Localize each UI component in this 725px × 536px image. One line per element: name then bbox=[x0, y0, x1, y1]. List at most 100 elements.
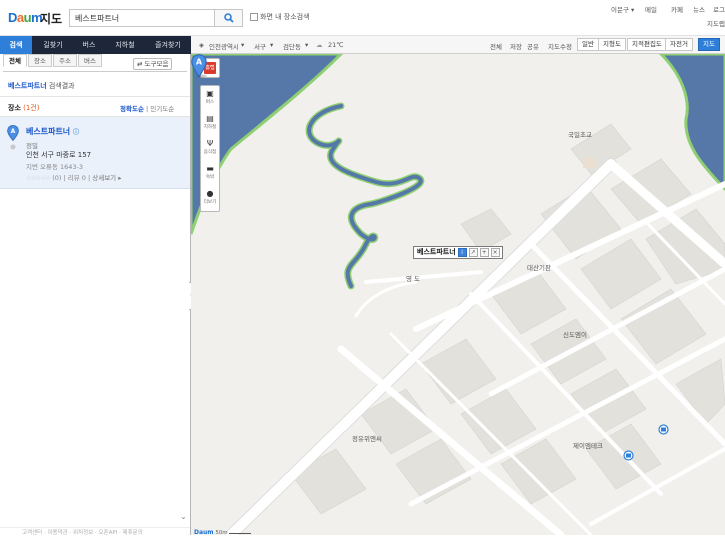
map-service-title[interactable]: 지도 bbox=[40, 10, 62, 27]
plus-icon[interactable]: + bbox=[479, 248, 489, 257]
info-icon[interactable]: i bbox=[457, 248, 467, 257]
location-city[interactable]: 인천광역시 bbox=[209, 41, 239, 51]
tab-bus[interactable]: 버스 bbox=[74, 36, 104, 54]
sort-accuracy-link[interactable]: 정확도순 bbox=[120, 105, 144, 113]
place-section-title: 장소 (1건) bbox=[8, 104, 40, 112]
chevron-down-icon: ▾ bbox=[305, 41, 309, 49]
view-cadastral-button[interactable]: 지적편집도 bbox=[627, 38, 667, 51]
chevron-down-icon: ▾ bbox=[241, 41, 245, 49]
svg-text:A: A bbox=[11, 128, 16, 135]
map-toolbar: ◈ 인천광역시 ▾ 서구 ▾ 검단동 ▾ ☁ 21℃ 전체 저장 공유 지도수정… bbox=[191, 36, 725, 54]
bus-stop-icon[interactable] bbox=[623, 450, 634, 461]
location-dong[interactable]: 검단동 bbox=[283, 41, 301, 51]
result-item[interactable]: A 베스트파트너 ⓘ 정밀 인천 서구 마중로 157 지번 오류동 1643-… bbox=[0, 117, 190, 189]
close-icon[interactable]: × bbox=[490, 248, 500, 257]
map-canvas[interactable]: 홈탭 ▣ 버스 ▤ 지하철 Ψ 음식점 ▬ 숙박 ● 더보기 국일초교 영 도 대산기판 … bbox=[191, 54, 725, 535]
view-map-button[interactable]: 지도 bbox=[698, 38, 720, 51]
tools-button[interactable]: ⇄ 도구모음 bbox=[133, 58, 173, 70]
map-category-controls: ▣ 버스 ▤ 지하철 Ψ 음식점 ▬ 숙박 ● 더보기 bbox=[200, 85, 220, 212]
nearby-search-label: 화면 내 장소검색 bbox=[260, 13, 310, 21]
subtab-place[interactable]: 장소 bbox=[28, 54, 52, 67]
view-terrain-button[interactable]: 지형도 bbox=[598, 38, 626, 51]
divider bbox=[3, 71, 187, 72]
location-icon: ◈ bbox=[199, 41, 204, 49]
map-label-company[interactable]: 신도엠이 bbox=[563, 329, 587, 339]
main-nav: 검색 길찾기 버스 지하철 즐겨찾기 bbox=[0, 36, 191, 54]
map-control-restaurant[interactable]: Ψ 음식점 bbox=[201, 138, 219, 162]
map-control-subway[interactable]: ▤ 지하철 bbox=[201, 113, 219, 137]
map-marker-a-icon[interactable]: A bbox=[191, 54, 207, 78]
map-place-tag[interactable]: 베스트파트너 i ↗ + × bbox=[413, 246, 503, 259]
restaurant-icon: Ψ bbox=[206, 139, 214, 148]
view-normal-button[interactable]: 일반 bbox=[577, 38, 599, 51]
sort-popular-link[interactable]: 인기도순 bbox=[150, 105, 174, 113]
river bbox=[658, 54, 725, 192]
result-place-name[interactable]: 베스트파트너 ⓘ bbox=[26, 126, 79, 137]
map-label-company[interactable]: 제이엠테크 bbox=[573, 440, 603, 450]
sidebar-footer: 고객센터 · 이용약관 · 위치정보 · 오픈API · 제휴문의 bbox=[0, 527, 190, 536]
result-jibun: 지번 오류동 1643-3 bbox=[26, 163, 84, 171]
view-bike-button[interactable]: 자전거 bbox=[665, 38, 693, 51]
map-label-company[interactable]: 정유위엔씨 bbox=[352, 433, 382, 443]
map-lab-link[interactable]: 지도랩 bbox=[707, 18, 725, 28]
map-control-hotel[interactable]: ▬ 숙박 bbox=[201, 163, 219, 187]
map-label-company[interactable]: 대산기판 bbox=[527, 262, 551, 272]
mail-link[interactable]: 메일 bbox=[645, 4, 657, 14]
stream bbox=[305, 102, 425, 290]
info-icon: ⓘ bbox=[72, 129, 79, 136]
subtab-all[interactable]: 전체 bbox=[3, 54, 27, 67]
svg-text:A: A bbox=[196, 58, 203, 67]
user-menu-link[interactable]: 이문구 ▾ bbox=[611, 4, 634, 14]
bus-icon: ▣ bbox=[206, 89, 214, 98]
map-label-school[interactable]: 국일초교 bbox=[568, 129, 592, 139]
result-rating: ☆☆☆☆☆ (0) | 리뷰 0 | 상세보기 ▸ bbox=[26, 174, 122, 182]
chevron-down-icon[interactable]: ⌄ bbox=[180, 512, 187, 521]
search-icon bbox=[224, 13, 234, 23]
news-link[interactable]: 뉴스 bbox=[693, 4, 705, 14]
map-label-road: 영 도 bbox=[406, 275, 421, 283]
chevron-down-icon: ▾ bbox=[270, 41, 274, 49]
subtab-address[interactable]: 주소 bbox=[53, 54, 77, 67]
subway-icon: ▤ bbox=[206, 114, 214, 123]
result-category: 정밀 bbox=[26, 142, 38, 150]
sort-options: 정확도순 | 인기도순 bbox=[120, 105, 175, 113]
map-footer: Daum 50m bbox=[194, 529, 252, 535]
location-district[interactable]: 서구 bbox=[254, 41, 266, 51]
subtab-bus[interactable]: 버스 bbox=[78, 54, 102, 67]
top-bar: Daum 지도 화면 내 장소검색 이문구 ▾ 메일 카페 뉴스 로그 지도랩 bbox=[0, 0, 725, 36]
more-icon: ● bbox=[206, 189, 214, 198]
search-sidebar: 전체 장소 주소 버스 ⇄ 도구모음 베스트파트너 검색결과 장소 (1건) 정… bbox=[0, 54, 191, 536]
dot-icon bbox=[10, 144, 16, 150]
map-control-bus[interactable]: ▣ 버스 bbox=[201, 88, 219, 112]
more-link[interactable]: 로그 bbox=[713, 4, 725, 14]
scale-line bbox=[229, 533, 252, 534]
nearby-search-checkbox[interactable] bbox=[250, 13, 258, 21]
toolbar-link-share[interactable]: 공유 bbox=[527, 41, 539, 51]
search-input[interactable] bbox=[69, 9, 215, 27]
tab-favorites[interactable]: 즐겨찾기 bbox=[146, 36, 190, 54]
cafe-link[interactable]: 카페 bbox=[671, 4, 683, 14]
cloud-icon: ☁ bbox=[316, 41, 323, 49]
weather-temp: 21℃ bbox=[328, 41, 344, 49]
result-address: 인천 서구 마중로 157 bbox=[26, 151, 92, 159]
toolbar-link-save[interactable]: 저장 bbox=[510, 41, 522, 51]
tab-search[interactable]: 검색 bbox=[0, 36, 32, 54]
map-control-more[interactable]: ● 더보기 bbox=[201, 188, 219, 212]
daum-logo: Daum bbox=[194, 529, 214, 535]
poi-marks bbox=[583, 158, 595, 168]
bus-stop-icon[interactable] bbox=[658, 424, 669, 435]
divider bbox=[0, 96, 190, 97]
tab-subway[interactable]: 지하철 bbox=[105, 36, 145, 54]
map-drawing bbox=[191, 54, 725, 535]
toolbar-link-all[interactable]: 전체 bbox=[490, 41, 502, 51]
search-button[interactable] bbox=[215, 9, 243, 27]
share-icon[interactable]: ↗ bbox=[468, 248, 478, 257]
daum-logo[interactable]: Daum bbox=[8, 10, 43, 25]
tab-directions[interactable]: 길찾기 bbox=[33, 36, 73, 54]
tools-icon: ⇄ bbox=[137, 60, 145, 68]
result-heading: 베스트파트너 검색결과 bbox=[8, 82, 75, 90]
detail-link[interactable]: 상세보기 ▸ bbox=[92, 174, 121, 182]
toolbar-link-edit[interactable]: 지도수정 bbox=[548, 41, 572, 51]
star-rating-icon: ☆☆☆☆☆ bbox=[26, 174, 51, 182]
bed-icon: ▬ bbox=[206, 164, 214, 173]
